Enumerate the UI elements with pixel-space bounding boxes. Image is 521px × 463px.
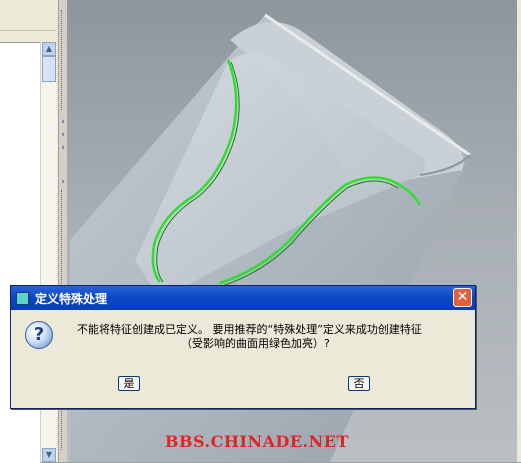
splitter-grip [61, 10, 65, 110]
watermark: BBS.CHINADE.NET [165, 432, 349, 451]
message-line-1: 不能将特征创建成已定义。 要用推荐的“特殊处理”定义来成功创建特征 [77, 323, 422, 336]
scroll-down-icon[interactable]: ▼ [42, 448, 56, 462]
window-edge [517, 0, 521, 462]
collapse-left-icon[interactable]: ‹ [59, 118, 67, 127]
expand-right-icon[interactable]: › [59, 178, 67, 187]
message-line-2: （受影响的曲面用绿色加亮）? [181, 337, 330, 350]
dialog-title: 定义特殊处理 [35, 292, 108, 306]
dialog-titlebar[interactable]: 定义特殊处理 ✕ [11, 286, 475, 310]
collapse-left-icon[interactable]: ‹ [59, 131, 67, 140]
collapse-left-icon[interactable]: ‹ [59, 144, 67, 153]
question-icon: ? [25, 321, 53, 349]
scroll-thumb[interactable] [42, 56, 56, 82]
dialog-message: 不能将特征创建成已定义。 要用推荐的“特殊处理”定义来成功创建特征 （受影响的曲… [77, 323, 471, 351]
no-button[interactable]: 否 [348, 376, 370, 391]
panel-toolbar [0, 0, 56, 31]
yes-button[interactable]: 是 [118, 376, 140, 391]
window-icon [16, 292, 29, 305]
special-handling-dialog: 定义特殊处理 ✕ ? 不能将特征创建成已定义。 要用推荐的“特殊处理”定义来成功… [10, 285, 476, 409]
close-icon[interactable]: ✕ [453, 288, 472, 307]
scroll-up-icon[interactable]: ▲ [42, 42, 56, 56]
